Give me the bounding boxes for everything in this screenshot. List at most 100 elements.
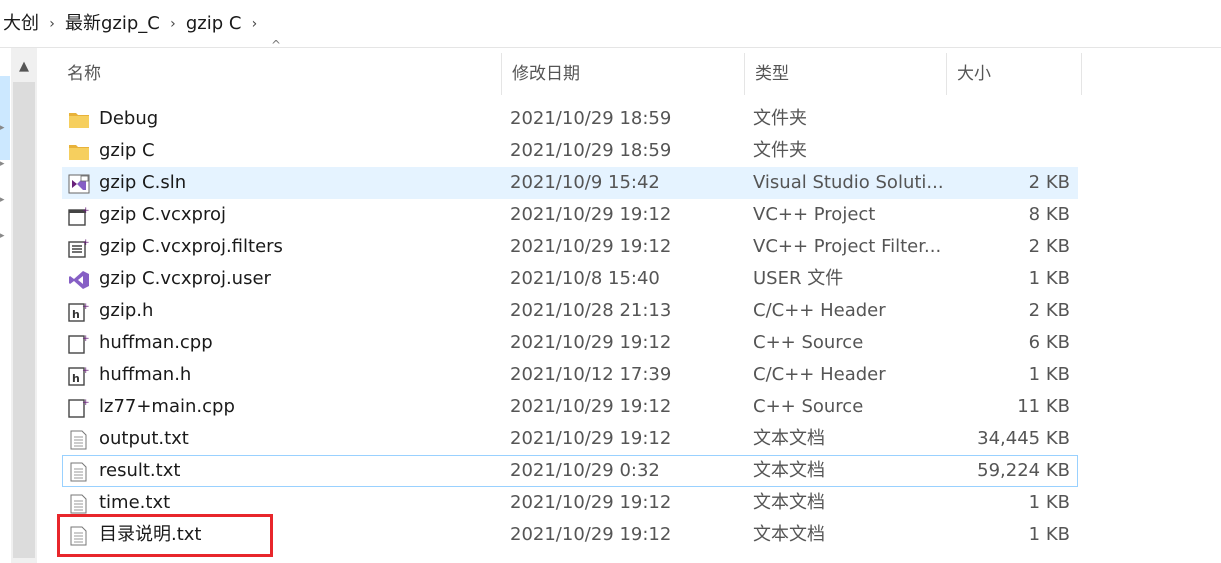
file-row[interactable]: ++ gzip C.vcxproj.filters 2021/10/29 19:12… bbox=[62, 231, 1078, 263]
navigation-pane: ▸ ▸ ▸ ▸ bbox=[0, 48, 10, 563]
file-name: huffman.h bbox=[99, 364, 192, 385]
column-header-name[interactable]: 名称 bbox=[57, 53, 502, 95]
file-size: 2 KB bbox=[1028, 172, 1070, 193]
file-modified-date: 2021/10/29 18:59 bbox=[510, 140, 672, 161]
file-row[interactable]: ++ huffman.cpp 2021/10/29 19:12 C++ Source 6… bbox=[62, 327, 1078, 359]
file-modified-date: 2021/10/29 19:12 bbox=[510, 236, 672, 257]
folder-icon bbox=[68, 109, 90, 129]
file-row[interactable]: Debug 2021/10/29 18:59 文件夹 bbox=[62, 103, 1078, 135]
expand-arrow-icon[interactable]: ▸ bbox=[0, 124, 6, 133]
file-name: output.txt bbox=[99, 428, 189, 449]
svg-text:h: h bbox=[72, 308, 80, 321]
cpp-source-icon: ++ bbox=[68, 397, 97, 418]
file-type: 文本文档 bbox=[753, 524, 825, 545]
highlight-box bbox=[57, 514, 273, 557]
scroll-up-icon[interactable]: ▲ bbox=[11, 56, 37, 78]
breadcrumb: 大创 › 最新gzip_C › gzip C › bbox=[0, 0, 1221, 48]
file-type: C++ Source bbox=[753, 332, 864, 353]
file-name: Debug bbox=[99, 108, 159, 129]
file-modified-date: 2021/10/8 15:40 bbox=[510, 268, 660, 289]
breadcrumb-item-gzip-c[interactable]: gzip C bbox=[182, 9, 246, 39]
text-file-icon bbox=[68, 493, 90, 514]
svg-text:h: h bbox=[72, 372, 80, 385]
file-size: 2 KB bbox=[1028, 236, 1070, 257]
file-row[interactable]: gzip C.sln 2021/10/9 15:42 Visual Studio S… bbox=[62, 167, 1078, 199]
file-type: 文本文档 bbox=[753, 460, 825, 481]
vc-project-icon: ++ bbox=[68, 205, 97, 226]
navigation-selected-item[interactable] bbox=[0, 76, 10, 160]
file-modified-date: 2021/10/29 19:12 bbox=[510, 396, 672, 417]
file-type: 文件夹 bbox=[753, 140, 807, 161]
file-list: Debug 2021/10/29 18:59 文件夹 gzip C 2021/10/29… bbox=[62, 103, 1078, 551]
file-row[interactable]: h++gzip.h2021/10/28 21:13C/C++ Header2 K… bbox=[62, 295, 1078, 327]
column-header-date[interactable]: 修改日期 bbox=[502, 53, 745, 95]
navigation-scrollbar[interactable]: ▲ bbox=[11, 48, 37, 563]
file-name: gzip C.vcxproj.user bbox=[99, 268, 271, 289]
vc-project-filters-icon: ++ bbox=[68, 237, 97, 258]
file-size: 8 KB bbox=[1028, 204, 1070, 225]
svg-text:++: ++ bbox=[82, 334, 90, 344]
file-name: gzip C.vcxproj.filters bbox=[99, 236, 283, 257]
file-row[interactable]: output.txt 2021/10/29 19:12 文本文档 34,445 KB bbox=[62, 423, 1078, 455]
file-type: 文件夹 bbox=[753, 108, 807, 129]
file-type: 文本文档 bbox=[753, 492, 825, 513]
file-name: huffman.cpp bbox=[99, 332, 213, 353]
breadcrumb-item-gzip-latest[interactable]: 最新gzip_C bbox=[61, 9, 164, 39]
visual-studio-icon bbox=[68, 269, 90, 289]
file-row[interactable]: result.txt 2021/10/29 0:32 文本文档 59,224 KB bbox=[62, 455, 1078, 487]
header-file-icon: h++ bbox=[68, 365, 97, 386]
file-type: C/C++ Header bbox=[753, 300, 886, 321]
expand-arrow-icon[interactable]: ▸ bbox=[0, 196, 6, 205]
file-modified-date: 2021/10/29 19:12 bbox=[510, 204, 672, 225]
file-name: gzip C bbox=[99, 140, 155, 161]
file-size: 11 KB bbox=[1017, 396, 1070, 417]
column-header-type[interactable]: 类型 bbox=[745, 53, 947, 95]
file-size: 6 KB bbox=[1028, 332, 1070, 353]
file-row[interactable]: ++ gzip C.vcxproj 2021/10/29 19:12 VC++ Pro… bbox=[62, 199, 1078, 231]
breadcrumb-item-dachuang[interactable]: 大创 bbox=[0, 9, 43, 39]
scrollbar-thumb[interactable] bbox=[13, 82, 35, 558]
text-file-icon bbox=[68, 461, 90, 482]
file-name: gzip.h bbox=[99, 300, 154, 321]
chevron-right-icon[interactable]: › bbox=[164, 16, 182, 32]
file-modified-date: 2021/10/29 19:12 bbox=[510, 492, 672, 513]
file-type: VC++ Project bbox=[753, 204, 876, 225]
visual-studio-solution-icon bbox=[68, 173, 90, 194]
file-size: 1 KB bbox=[1028, 268, 1070, 289]
text-file-icon bbox=[68, 429, 90, 450]
svg-text:++: ++ bbox=[82, 238, 90, 248]
file-size: 1 KB bbox=[1028, 364, 1070, 385]
chevron-right-icon[interactable]: › bbox=[43, 16, 61, 32]
file-modified-date: 2021/10/29 19:12 bbox=[510, 524, 672, 545]
file-row[interactable]: gzip C.vcxproj.user 2021/10/8 15:40 USER 文… bbox=[62, 263, 1078, 295]
file-name: gzip C.sln bbox=[99, 172, 187, 193]
expand-arrow-icon[interactable]: ▸ bbox=[0, 160, 6, 169]
svg-text:++: ++ bbox=[82, 366, 90, 376]
file-type: VC++ Project Filter... bbox=[753, 236, 942, 257]
file-size: 59,224 KB bbox=[977, 460, 1070, 481]
file-name: result.txt bbox=[99, 460, 181, 481]
svg-text:++: ++ bbox=[82, 206, 90, 216]
file-type: USER 文件 bbox=[753, 268, 844, 289]
sort-ascending-icon: ^ bbox=[271, 38, 282, 52]
header-file-icon: h++ bbox=[68, 301, 97, 322]
file-modified-date: 2021/10/29 18:59 bbox=[510, 108, 672, 129]
file-row[interactable]: gzip C 2021/10/29 18:59 文件夹 bbox=[62, 135, 1078, 167]
column-header-size[interactable]: 大小 bbox=[947, 53, 1082, 95]
column-headers: ^ 名称 修改日期 类型 大小 bbox=[55, 39, 1085, 95]
file-row[interactable]: ++ lz77+main.cpp 2021/10/29 19:12 C++ Sourc… bbox=[62, 391, 1078, 423]
file-size: 34,445 KB bbox=[977, 428, 1070, 449]
file-modified-date: 2021/10/29 19:12 bbox=[510, 428, 672, 449]
file-name: lz77+main.cpp bbox=[99, 396, 235, 417]
folder-icon bbox=[68, 141, 90, 161]
expand-arrow-icon[interactable]: ▸ bbox=[0, 232, 6, 241]
file-modified-date: 2021/10/9 15:42 bbox=[510, 172, 660, 193]
file-size: 1 KB bbox=[1028, 492, 1070, 513]
file-type: 文本文档 bbox=[753, 428, 825, 449]
file-row[interactable]: h++huffman.h2021/10/12 17:39C/C++ Header… bbox=[62, 359, 1078, 391]
file-size: 1 KB bbox=[1028, 524, 1070, 545]
chevron-right-icon[interactable]: › bbox=[245, 16, 263, 32]
file-type: C/C++ Header bbox=[753, 364, 886, 385]
file-modified-date: 2021/10/29 0:32 bbox=[510, 460, 660, 481]
file-type: Visual Studio Soluti... bbox=[753, 172, 944, 193]
